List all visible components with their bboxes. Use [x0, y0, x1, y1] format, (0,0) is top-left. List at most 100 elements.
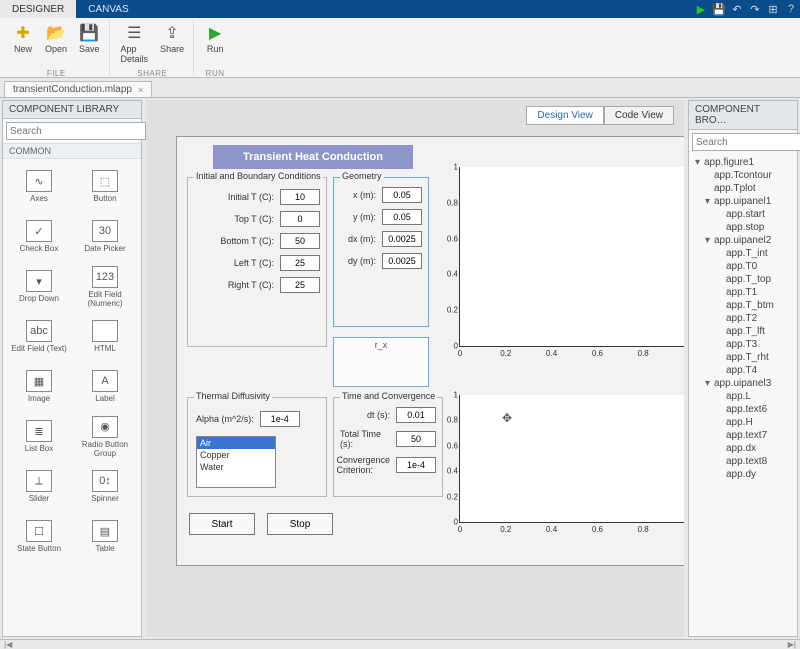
redo-icon[interactable]: ↷: [746, 0, 764, 18]
alpha-field[interactable]: [260, 411, 300, 427]
tree-node[interactable]: app.Tcontour: [691, 169, 795, 182]
tree-node[interactable]: app.text6: [691, 403, 795, 416]
tree-node[interactable]: app.T_rht: [691, 351, 795, 364]
tree-node[interactable]: app.T1: [691, 286, 795, 299]
lib-item-image[interactable]: ▦Image: [7, 363, 71, 411]
lib-item-list-box[interactable]: ≣List Box: [7, 413, 71, 461]
tree-node[interactable]: app.text7: [691, 429, 795, 442]
ib-field-4[interactable]: [280, 277, 320, 293]
help-icon[interactable]: ?: [782, 0, 800, 18]
save-button[interactable]: 💾 Save: [74, 20, 105, 57]
tree-node[interactable]: app.dy: [691, 468, 795, 481]
lib-item-button[interactable]: ⬚Button: [73, 163, 137, 211]
new-button[interactable]: ✚ New: [8, 20, 38, 57]
expand-icon[interactable]: ▾: [705, 196, 714, 207]
material-option[interactable]: Copper: [197, 449, 275, 461]
material-option[interactable]: Water: [197, 461, 275, 473]
lib-item-check-box[interactable]: ✓Check Box: [7, 213, 71, 261]
material-listbox[interactable]: AirCopperWater: [196, 436, 276, 488]
share-button[interactable]: ⇪ Share: [155, 20, 189, 67]
run-icon[interactable]: ▶: [692, 0, 710, 18]
design-view-tab[interactable]: Design View: [526, 106, 603, 125]
lib-item-label[interactable]: ALabel: [73, 363, 137, 411]
lib-item-slider[interactable]: ⟂Slider: [7, 463, 71, 511]
lib-item-date-picker[interactable]: 30Date Picker: [73, 213, 137, 261]
close-icon[interactable]: ×: [138, 85, 143, 95]
tree-node[interactable]: app.T_btm: [691, 299, 795, 312]
expand-icon[interactable]: ▾: [705, 378, 714, 389]
expand-icon[interactable]: ▾: [695, 157, 704, 168]
geom-field-1[interactable]: [382, 209, 422, 225]
save-quick-icon[interactable]: 💾: [710, 0, 728, 18]
geom-field-3[interactable]: [382, 253, 422, 269]
footer-left-icon[interactable]: |◀: [4, 640, 12, 649]
ib-field-1[interactable]: [280, 211, 320, 227]
tree-node[interactable]: app.start: [691, 208, 795, 221]
app-title-label[interactable]: Transient Heat Conduction: [213, 145, 413, 169]
undo-icon[interactable]: ↶: [728, 0, 746, 18]
panel-initial-boundary[interactable]: Initial and Boundary Conditions Initial …: [187, 177, 327, 347]
code-view-tab[interactable]: Code View: [604, 106, 674, 125]
tree-node[interactable]: app.T_int: [691, 247, 795, 260]
lib-item-radio-button-group[interactable]: ◉Radio Button Group: [73, 413, 137, 461]
tree-node[interactable]: app.T2: [691, 312, 795, 325]
tree-node[interactable]: app.Tplot: [691, 182, 795, 195]
lib-item-edit-field-text-[interactable]: abcEdit Field (Text): [7, 313, 71, 361]
expand-icon[interactable]: ▾: [705, 235, 714, 246]
tree-node[interactable]: app.T_lft: [691, 325, 795, 338]
app-figure[interactable]: Transient Heat Conduction Initial and Bo…: [176, 136, 684, 566]
open-button[interactable]: 📂 Open: [40, 20, 72, 57]
time-field-2[interactable]: [396, 457, 436, 473]
geom-field-0[interactable]: [382, 187, 422, 203]
lib-item-html[interactable]: HTML: [73, 313, 137, 361]
lib-item-spinner[interactable]: 0↕Spinner: [73, 463, 137, 511]
lib-item-axes[interactable]: ∿Axes: [7, 163, 71, 211]
tree-node[interactable]: app.T0: [691, 260, 795, 273]
geom-field-2[interactable]: [382, 231, 422, 247]
panel-thermal-label: Thermal Diffusivity: [194, 391, 272, 401]
tree-node[interactable]: ▾app.uipanel1: [691, 195, 795, 208]
tree-node[interactable]: ▾app.uipanel2: [691, 234, 795, 247]
ib-field-2[interactable]: [280, 233, 320, 249]
material-option[interactable]: Air: [197, 437, 275, 449]
tree-node[interactable]: ▾app.figure1: [691, 156, 795, 169]
run-button[interactable]: ▶ Run: [200, 20, 230, 57]
browser-search-input[interactable]: [692, 133, 800, 151]
axes-tcontour[interactable]: 00.20.40.60.8100.20.40.60.81: [459, 167, 684, 347]
axes-tplot[interactable]: ✥ 00.20.40.60.8100.20.40.60.81: [459, 395, 684, 523]
tab-designer[interactable]: DESIGNER: [0, 0, 76, 18]
time-field-0[interactable]: [396, 407, 436, 423]
panel-time-convergence[interactable]: Time and Convergence dt (s):Total Time (…: [333, 397, 443, 497]
tree-node[interactable]: app.stop: [691, 221, 795, 234]
component-search-input[interactable]: [6, 122, 146, 140]
start-button[interactable]: Start: [189, 513, 255, 535]
app-details-button[interactable]: ☰ App Details: [116, 20, 154, 67]
xtick: 0.4: [546, 525, 557, 534]
tree-node[interactable]: ▾app.uipanel3: [691, 377, 795, 390]
footer-right-icon[interactable]: ▶|: [788, 640, 796, 649]
time-field-1[interactable]: [396, 431, 436, 447]
stop-button[interactable]: Stop: [267, 513, 333, 535]
tree-node[interactable]: app.dx: [691, 442, 795, 455]
text-tcur[interactable]: r_x: [333, 337, 429, 387]
layout-icon[interactable]: ⊞: [764, 0, 782, 18]
tree-node[interactable]: app.text8: [691, 455, 795, 468]
lib-item-table[interactable]: ▤Table: [73, 513, 137, 561]
lib-item-edit-field-numeric-[interactable]: 123Edit Field (Numeric): [73, 263, 137, 311]
component-tree[interactable]: ▾app.figure1app.Tcontourapp.Tplot▾app.ui…: [689, 154, 797, 483]
lib-item-drop-down[interactable]: ▾Drop Down: [7, 263, 71, 311]
tab-canvas[interactable]: CANVAS: [76, 0, 140, 18]
panel-geometry[interactable]: Geometry x (m):y (m):dx (m):dy (m):: [333, 177, 429, 327]
lib-item-icon: ◉: [92, 416, 118, 438]
tree-node[interactable]: app.T_top: [691, 273, 795, 286]
tree-node[interactable]: app.T4: [691, 364, 795, 377]
doc-tab[interactable]: transientConduction.mlapp ×: [4, 81, 152, 97]
tree-node[interactable]: app.L: [691, 390, 795, 403]
ib-field-3[interactable]: [280, 255, 320, 271]
lib-item-state-button[interactable]: ☐State Button: [7, 513, 71, 561]
tree-node[interactable]: app.H: [691, 416, 795, 429]
ib-field-0[interactable]: [280, 189, 320, 205]
tree-node[interactable]: app.T3: [691, 338, 795, 351]
canvas-area[interactable]: Design View Code View Transient Heat Con…: [146, 100, 684, 637]
panel-thermal-diff[interactable]: Thermal Diffusivity Alpha (m^2/s): AirCo…: [187, 397, 327, 497]
